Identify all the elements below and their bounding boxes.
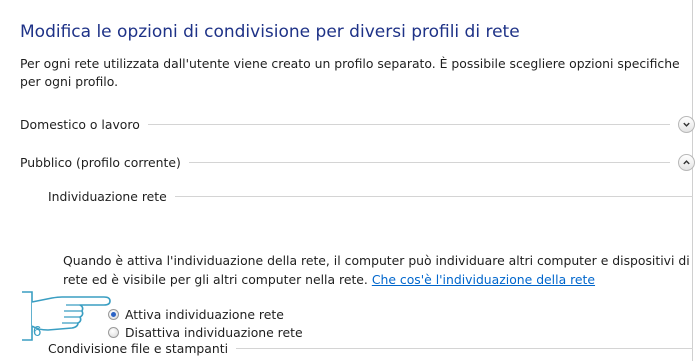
network-discovery-help-link[interactable]: Che cos'è l'individuazione della rete xyxy=(372,272,595,287)
page-description: Per ogni rete utilizzata dall'utente vie… xyxy=(20,56,680,89)
network-discovery-description: Quando è attiva l'individuazione della r… xyxy=(63,251,691,289)
radio-enable-discovery[interactable]: Attiva individuazione rete xyxy=(108,305,284,323)
section-public[interactable]: Pubblico (profilo corrente) xyxy=(20,152,695,172)
divider xyxy=(236,347,693,349)
sharing-settings-panel: Modifica le opzioni di condivisione per … xyxy=(0,0,695,361)
file-sharing-header: Condivisione file e stampanti xyxy=(48,338,693,358)
section-home-work[interactable]: Domestico o lavoro xyxy=(20,114,695,134)
page-title: Modifica le opzioni di condivisione per … xyxy=(20,22,520,42)
radio-enable-label: Attiva individuazione rete xyxy=(125,306,284,322)
chevron-down-icon[interactable] xyxy=(678,115,695,133)
network-discovery-heading: Individuazione rete xyxy=(48,188,167,204)
callout-number: 6 xyxy=(33,323,42,340)
divider xyxy=(174,195,693,197)
divider xyxy=(188,161,670,163)
divider xyxy=(147,123,670,125)
network-discovery-header: Individuazione rete xyxy=(48,186,693,206)
chevron-up-icon[interactable] xyxy=(678,153,695,171)
section-public-label: Pubblico (profilo corrente) xyxy=(20,154,181,170)
section-home-work-label: Domestico o lavoro xyxy=(20,116,140,132)
